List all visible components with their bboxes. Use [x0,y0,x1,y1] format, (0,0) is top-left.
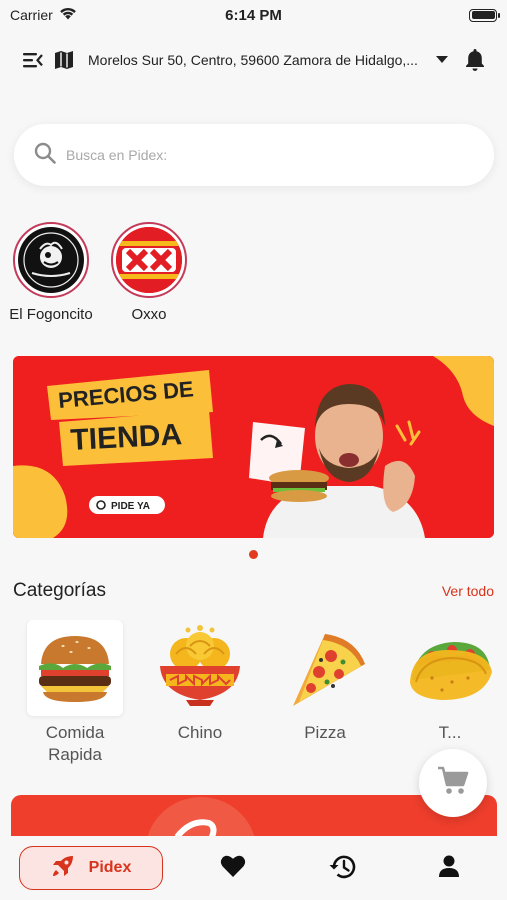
status-bar: Carrier 6:14 PM [0,0,507,30]
cart-button[interactable] [419,749,487,817]
status-left: Carrier [10,7,77,23]
see-all-link[interactable]: Ver todo [442,583,494,599]
map-icon[interactable] [54,50,74,70]
tab-label: Pidex [88,859,132,876]
carrier-label: Carrier [10,7,53,23]
fogoncito-logo [18,227,84,293]
wifi-icon [59,7,77,23]
categories-title: Categorías [13,580,106,601]
menu-icon[interactable] [22,51,44,69]
store-name: Oxxo [131,306,167,323]
caret-down-icon[interactable] [436,56,448,64]
category-item-comida-rapida[interactable]: Comida Rapida [17,620,133,766]
category-label: Comida Rapida [45,723,105,764]
banner-cta: PIDE YA [111,501,150,512]
app-screen: Carrier 6:14 PM Morelos Sur 50, Centro, … [0,0,507,900]
rocket-icon [51,854,75,883]
category-label: Pizza [304,723,346,742]
oxxo-logo [116,227,182,293]
search-icon [34,142,56,169]
burger-icon [27,620,123,716]
bell-icon[interactable] [465,48,485,72]
category-label: T... [438,723,462,742]
pizza-icon [277,620,373,716]
header: Morelos Sur 50, Centro, 59600 Zamora de … [0,42,507,78]
store-name: El Fogoncito [9,306,93,323]
cart-icon [437,766,469,801]
category-item-pizza[interactable]: Pizza [267,620,383,744]
category-item-chino[interactable]: Chino [142,620,258,744]
store-avatar-ring [13,222,89,298]
store-avatar-ring [111,222,187,298]
search-bar[interactable] [14,124,494,186]
search-input[interactable] [66,147,446,163]
heart-icon[interactable] [220,854,246,878]
battery-fill [471,11,495,19]
delivery-address[interactable]: Morelos Sur 50, Centro, 59600 Zamora de … [88,52,430,68]
user-icon[interactable] [438,854,460,878]
pagination-dot-active[interactable] [249,550,258,559]
bottom-tab-bar: Pidex [0,836,507,900]
history-icon[interactable] [328,854,356,880]
categories-header: Categorías Ver todo [13,580,494,602]
taco-icon [402,620,498,716]
battery-icon [469,8,500,22]
banner-pagination [0,550,507,559]
category-item-tacos[interactable]: T... [392,620,507,744]
noodles-icon [152,620,248,716]
promo-banner[interactable]: PRECIOS DE TIENDA PIDE YA [13,356,494,538]
store-item-oxxo[interactable]: Oxxo [104,222,194,323]
store-list: El Fogoncito Oxxo [6,222,194,323]
store-item-el-fogoncito[interactable]: El Fogoncito [6,222,96,323]
tab-pidex[interactable]: Pidex [19,846,163,890]
banner-headline-2: TIENDA [70,418,183,457]
category-label: Chino [177,723,223,742]
